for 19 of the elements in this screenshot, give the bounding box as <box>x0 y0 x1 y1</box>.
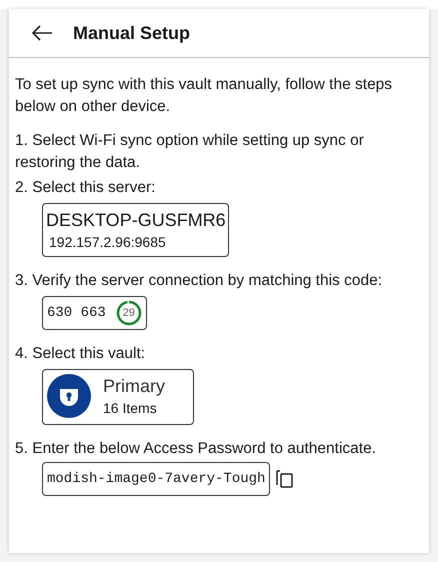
server-name: DESKTOP-GUSFMR6 <box>46 209 226 232</box>
step-text: 4. Select this vault: <box>15 344 146 364</box>
item-count: 16 Items <box>103 399 158 418</box>
step-text: 5. Enter the below Access Password to authenticate. <box>15 439 378 459</box>
vault-name: Primary <box>103 375 165 398</box>
page-title: Manual Setup <box>73 22 190 44</box>
intro-text: To set up sync with this vault manually, follow the steps below on other device. <box>15 75 394 117</box>
back-arrow-icon[interactable] <box>31 24 53 42</box>
server-address: 192.157.2.96:9685 <box>48 233 167 252</box>
step-text: 1. Select Wi-Fi sync option while setting up sync or restoring the data. <box>15 131 365 173</box>
vault-lock-icon <box>47 374 91 418</box>
step-text: 2. Select this server: <box>15 178 156 198</box>
vault-card[interactable]: Primary 16 Items <box>42 369 194 425</box>
server-card[interactable]: DESKTOP-GUSFMR6 192.157.2.96:9685 <box>42 203 229 257</box>
countdown-timer: 29 <box>116 300 142 326</box>
step-text: 3. Verify the server connection by matching this code: <box>15 271 384 291</box>
verification-code: 630 663 <box>47 304 106 323</box>
copy-icon[interactable] <box>276 469 294 489</box>
password-field: modish-image0-7avery-Tough <box>42 462 270 496</box>
